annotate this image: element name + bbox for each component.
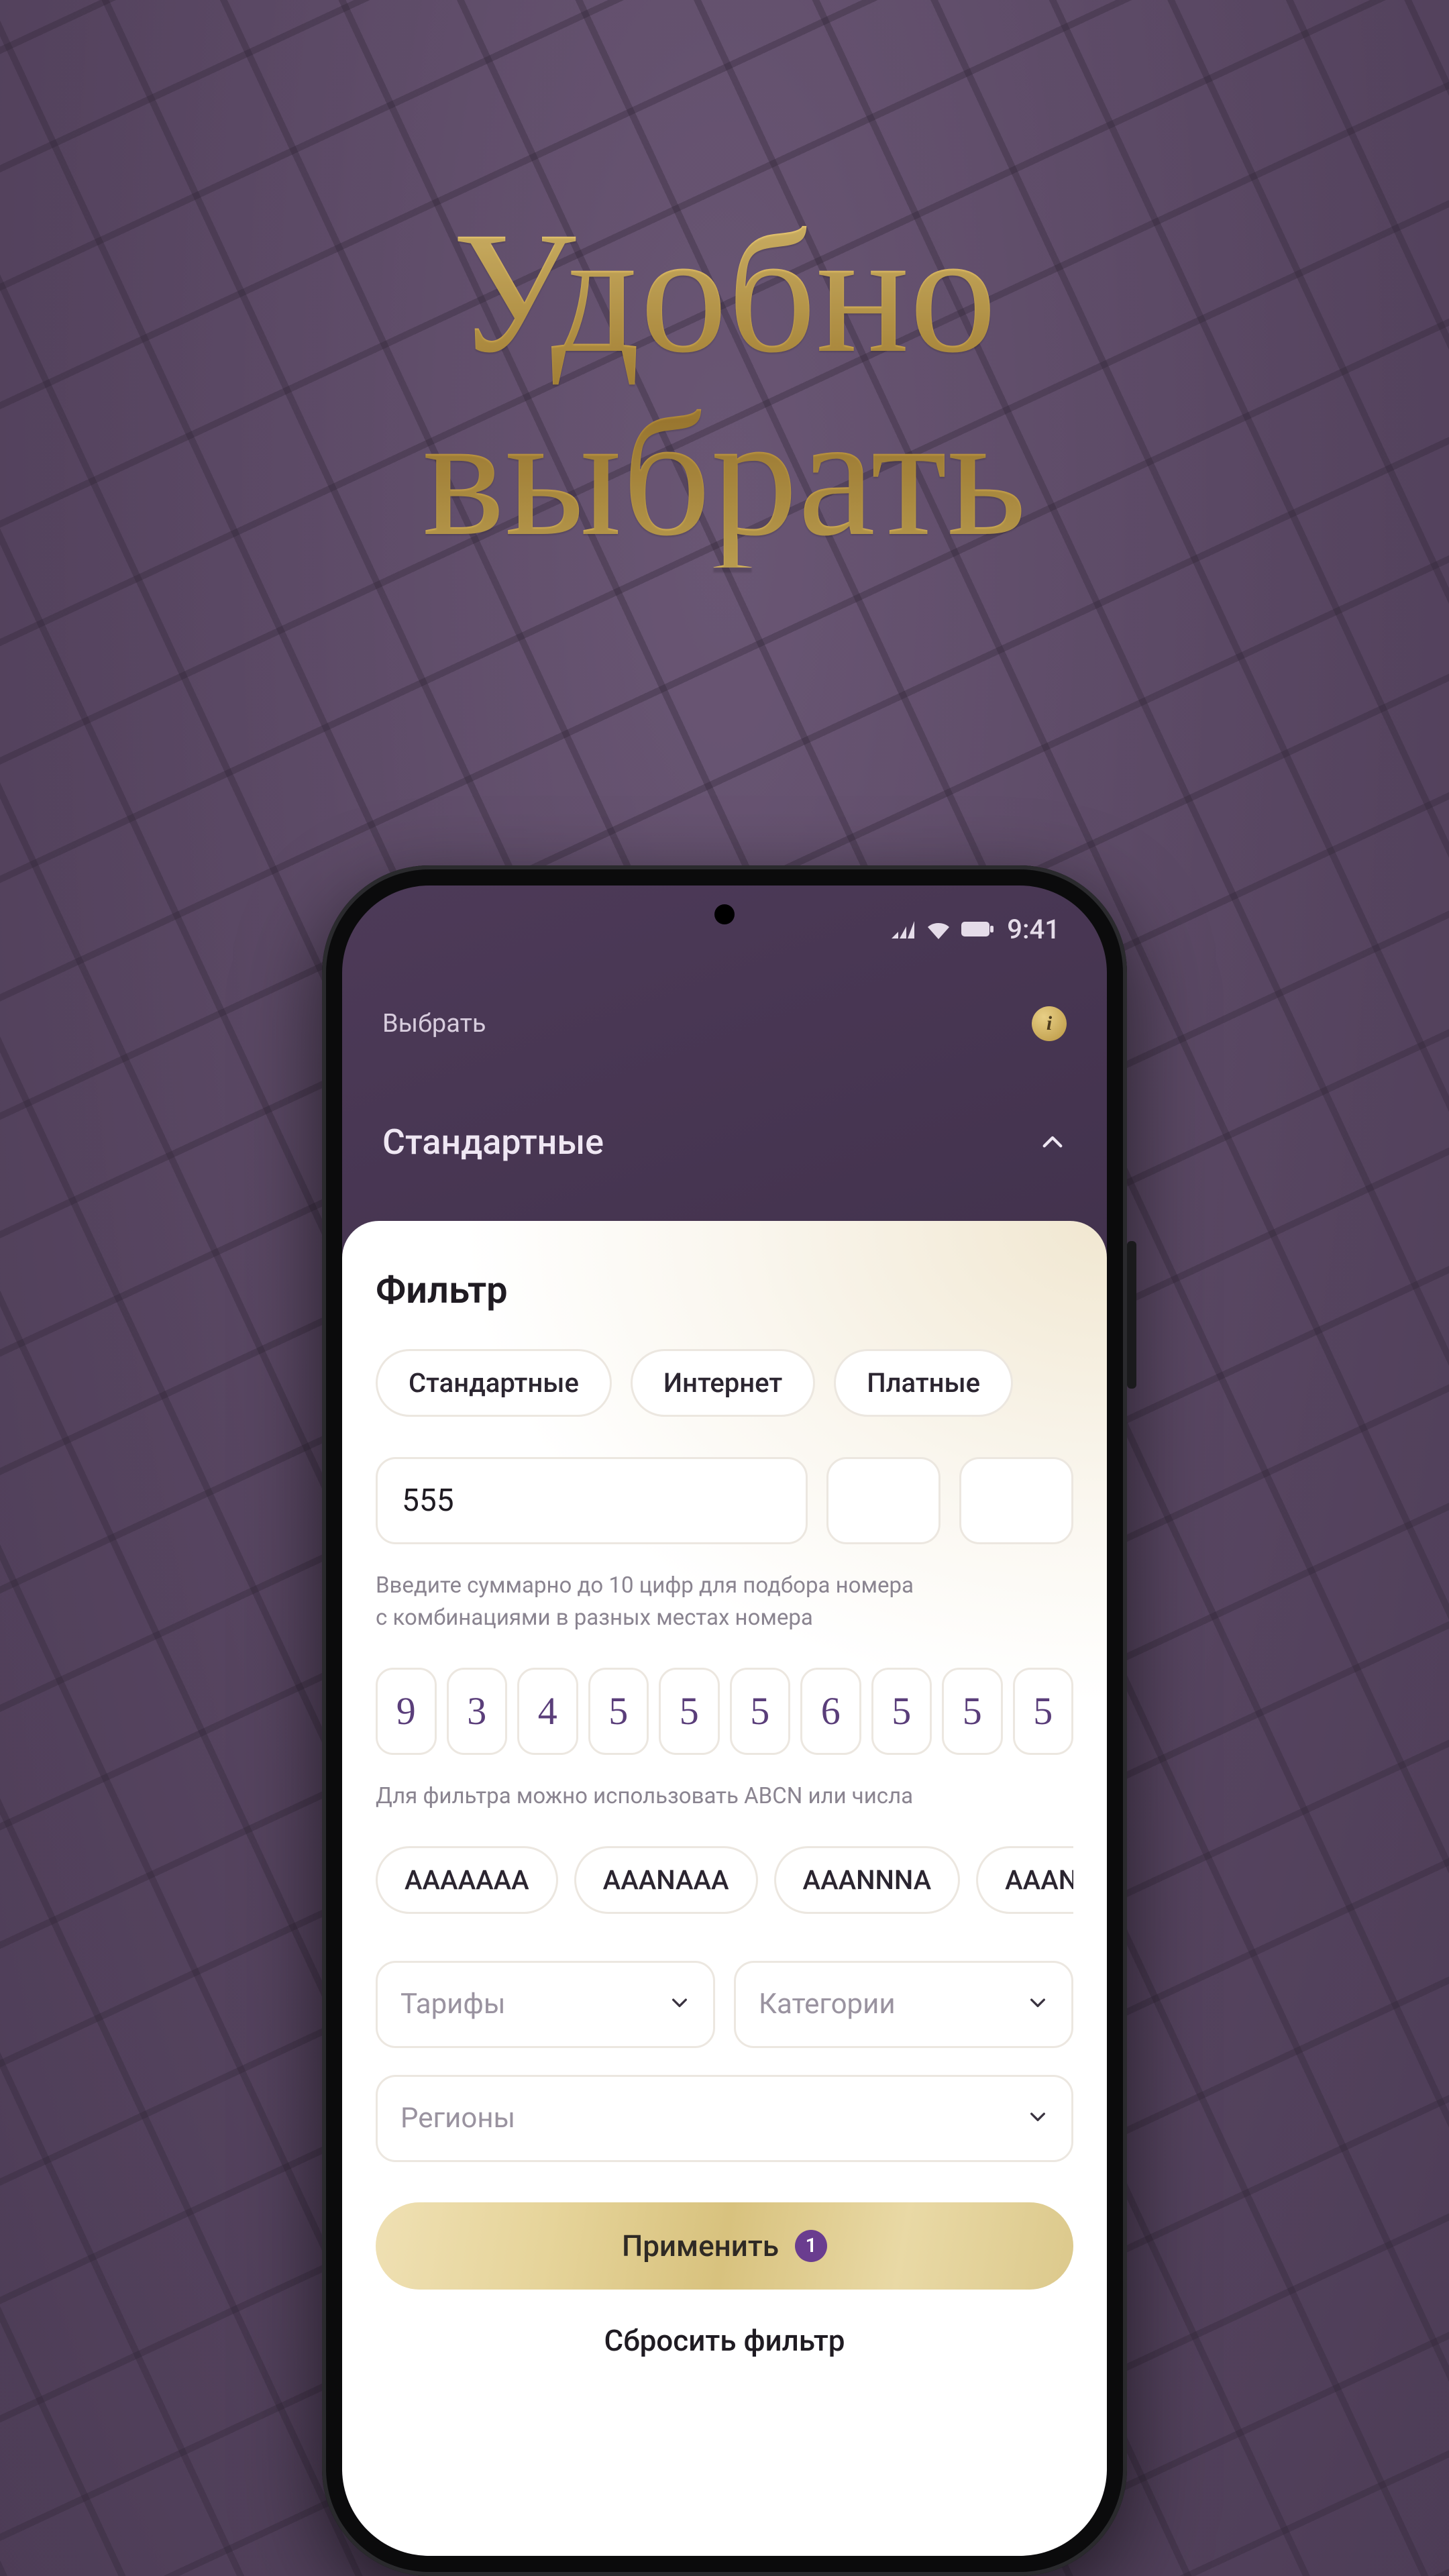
digit-cell[interactable]: 5 [871, 1668, 932, 1755]
digit-cell[interactable]: 4 [517, 1668, 578, 1755]
type-chip-standard[interactable]: Стандартные [376, 1349, 612, 1417]
regions-label: Регионы [400, 2102, 515, 2135]
status-time: 9:41 [1007, 914, 1060, 945]
digit-cell[interactable]: 5 [588, 1668, 649, 1755]
chevron-down-icon [1027, 2102, 1049, 2135]
digit-cell[interactable]: 9 [376, 1668, 437, 1755]
info-button[interactable]: i [1032, 1006, 1067, 1041]
header-select-label: Выбрать [382, 1009, 486, 1038]
combo-input-3[interactable] [959, 1457, 1073, 1544]
promo-title-line1: Удобно [0, 201, 1449, 384]
apply-badge: 1 [795, 2230, 827, 2262]
digit-cell[interactable]: 5 [659, 1668, 720, 1755]
chevron-down-icon [669, 1988, 690, 2021]
app-header: Выбрать i Стандартные [342, 986, 1107, 1163]
apply-button[interactable]: Применить 1 [376, 2202, 1073, 2290]
header-category-title: Стандартные [382, 1122, 604, 1163]
tariffs-label: Тарифы [400, 1988, 506, 2021]
filter-sheet: Фильтр Стандартные Интернет Платные 555 … [342, 1221, 1107, 2556]
pattern-chip[interactable]: AAANAAA [574, 1846, 758, 1914]
battery-icon [961, 920, 994, 938]
phone-mockup: 9:41 Выбрать i Стандартные Фильтр Станда… [322, 865, 1127, 2576]
digit-cell[interactable]: 5 [1013, 1668, 1074, 1755]
digit-cell[interactable]: 6 [800, 1668, 861, 1755]
type-chip-paid[interactable]: Платные [834, 1349, 1013, 1417]
categories-label: Категории [759, 1988, 896, 2021]
digit-cell[interactable]: 5 [942, 1668, 1003, 1755]
combo-input-1[interactable]: 555 [376, 1457, 808, 1544]
select-row-1: Тарифы Категории [376, 1961, 1073, 2048]
digit-row: 9 3 4 5 5 5 6 5 5 5 [376, 1668, 1073, 1755]
filter-title: Фильтр [376, 1268, 1073, 1312]
chevron-up-icon[interactable] [1038, 1128, 1067, 1157]
phone-screen: 9:41 Выбрать i Стандартные Фильтр Станда… [342, 885, 1107, 2556]
type-chip-internet[interactable]: Интернет [631, 1349, 815, 1417]
promo-background: Удобно выбрать 9:41 Выбрать [0, 0, 1449, 2576]
combo-input-row: 555 [376, 1457, 1073, 1544]
combo-hint: Введите суммарно до 10 цифр для подбора … [376, 1570, 1073, 1634]
digit-cell[interactable]: 3 [447, 1668, 508, 1755]
tariffs-select[interactable]: Тарифы [376, 1961, 715, 2048]
chevron-down-icon [1027, 1988, 1049, 2021]
promo-title: Удобно выбрать [0, 201, 1449, 568]
pattern-chip[interactable]: AAAAAAA [376, 1846, 558, 1914]
wifi-icon [925, 919, 952, 939]
cellular-icon [890, 920, 916, 938]
pattern-chip[interactable]: AAANNNA [774, 1846, 961, 1914]
pattern-hint: Для фильтра можно использовать ABCN или … [376, 1780, 1073, 1813]
reset-filter-button[interactable]: Сбросить фильтр [376, 2323, 1073, 2358]
select-row-2: Регионы [376, 2075, 1073, 2162]
status-bar: 9:41 [342, 909, 1107, 949]
type-chip-row: Стандартные Интернет Платные [376, 1349, 1073, 1417]
promo-title-line2: выбрать [0, 384, 1449, 568]
regions-select[interactable]: Регионы [376, 2075, 1073, 2162]
phone-side-button [1127, 1241, 1136, 1389]
pattern-chip-row: AAAAAAA AAANAAA AAANNNA AAAN [376, 1846, 1073, 1914]
pattern-chip[interactable]: AAAN [976, 1846, 1073, 1914]
apply-label: Применить [622, 2229, 779, 2263]
categories-select[interactable]: Категории [734, 1961, 1073, 2048]
digit-cell[interactable]: 5 [730, 1668, 791, 1755]
combo-input-2[interactable] [826, 1457, 941, 1544]
